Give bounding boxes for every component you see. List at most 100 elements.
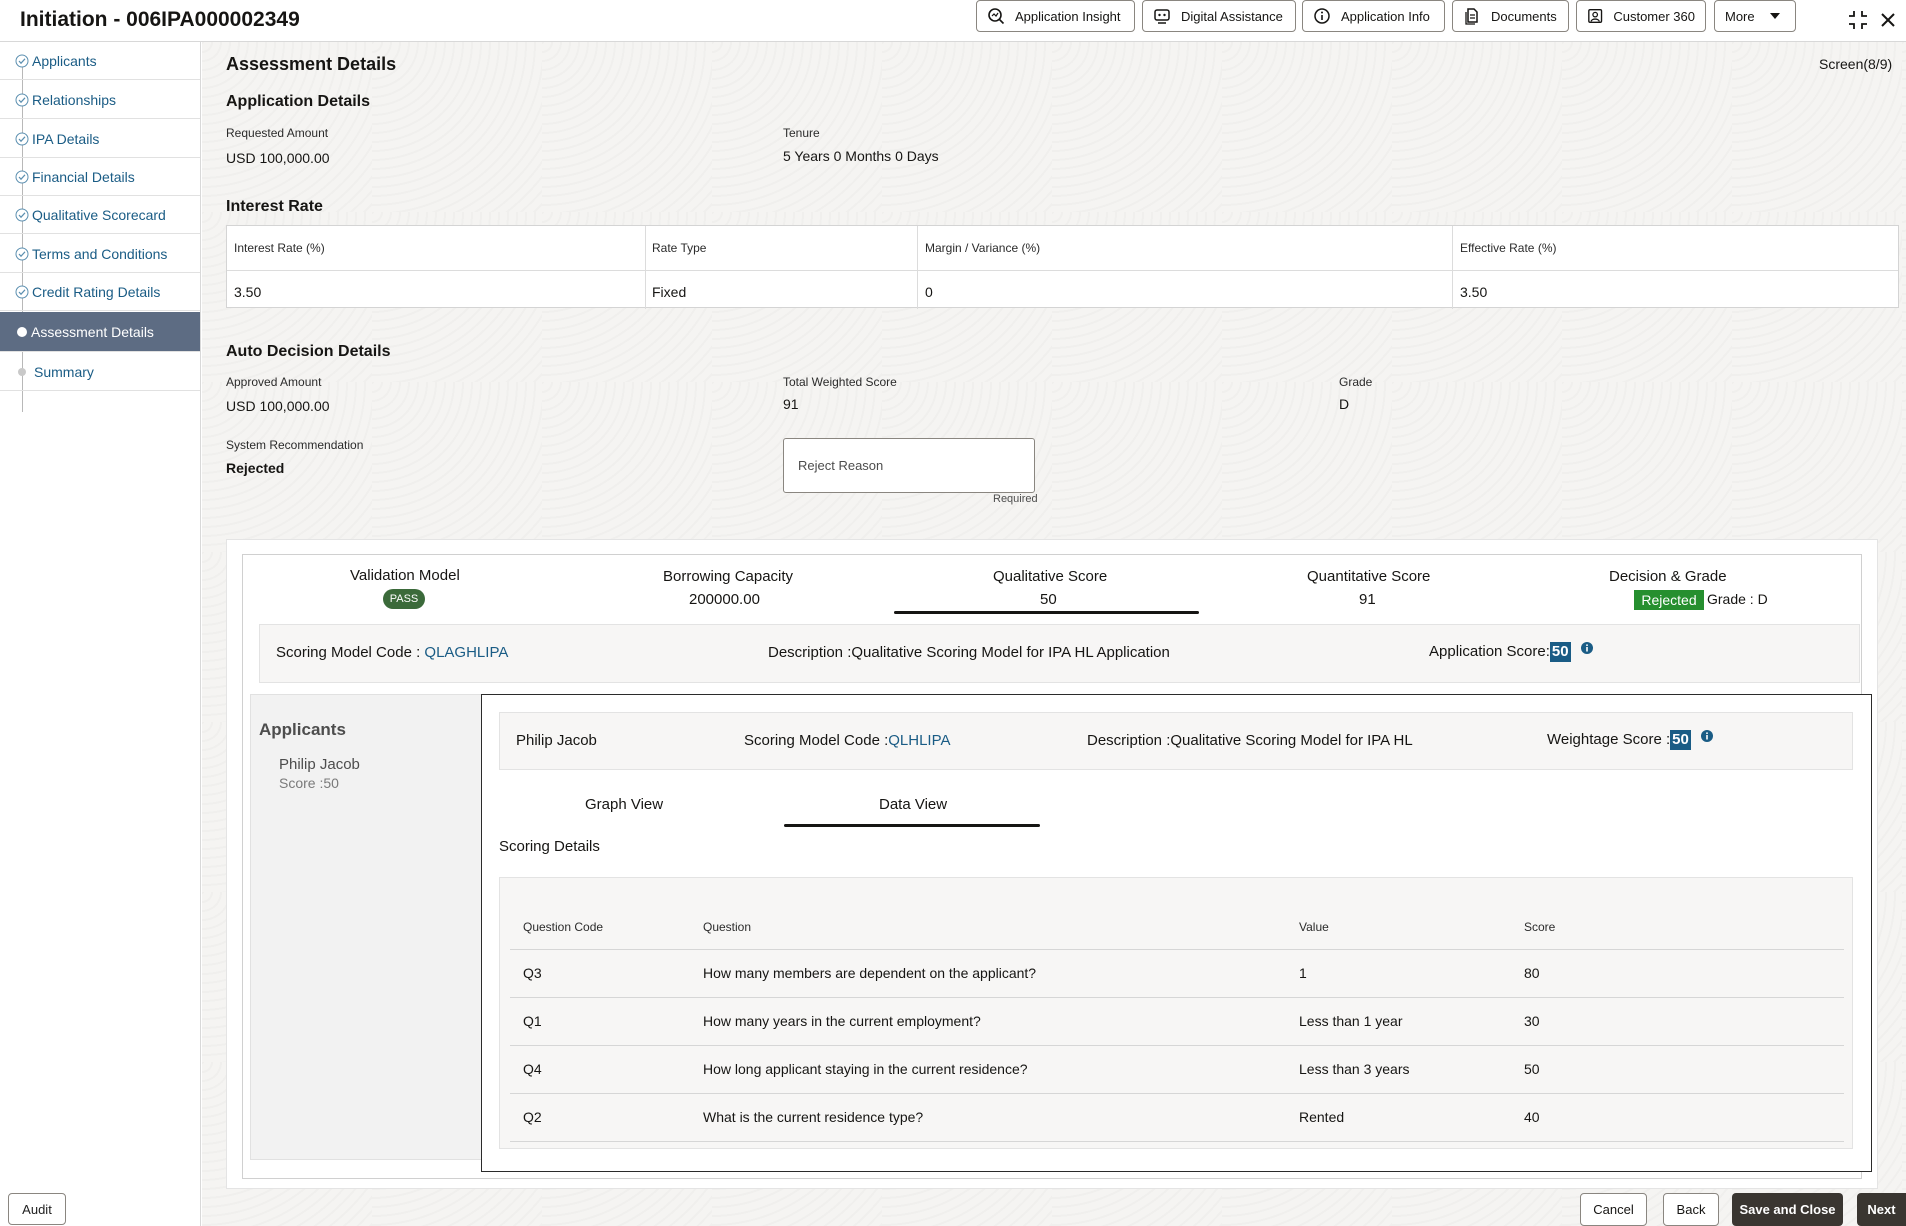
- question-code-column-header: Question Code: [523, 920, 604, 934]
- sidebar-item-ipa-details[interactable]: IPA Details: [0, 120, 200, 158]
- sidebar-item-label: IPA Details: [32, 130, 100, 147]
- scoring-details-title: Scoring Details: [499, 838, 600, 855]
- requested-amount-value: USD 100,000.00: [226, 150, 330, 166]
- sidebar-item-label: Terms and Conditions: [32, 245, 168, 262]
- info-icon[interactable]: [1580, 642, 1593, 654]
- rate-type-value: Fixed: [652, 284, 687, 300]
- sidebar-item-summary[interactable]: Summary: [0, 353, 200, 391]
- tab-borrowing-capacity[interactable]: Borrowing Capacity: [663, 568, 793, 585]
- application-info-button[interactable]: Application Info: [1302, 0, 1445, 32]
- score-cell: 50: [1524, 1061, 1540, 1077]
- tab-graph-view[interactable]: Graph View: [585, 796, 663, 813]
- check-circle-icon: [15, 285, 29, 298]
- question-code-cell: Q1: [523, 1013, 542, 1029]
- sidebar-item-assessment-details[interactable]: Assessment Details: [0, 312, 200, 352]
- weightage-score: Weightage Score :50: [1547, 730, 1713, 750]
- tab-validation-model[interactable]: Validation Model: [350, 567, 460, 584]
- required-hint: Required: [993, 493, 1038, 505]
- data-view-tab-indicator: [784, 824, 1040, 827]
- documents-button[interactable]: Documents: [1452, 0, 1569, 32]
- current-step-dot: [17, 326, 27, 337]
- requested-amount-label: Requested Amount: [226, 126, 329, 140]
- effective-rate-column-header: Effective Rate (%): [1460, 241, 1557, 255]
- value-cell: Less than 1 year: [1299, 1013, 1403, 1029]
- table-row: Q3 How many members are dependent on the…: [510, 950, 1844, 998]
- question-code-cell: Q2: [523, 1109, 542, 1125]
- value-cell: Less than 3 years: [1299, 1061, 1410, 1077]
- check-circle-icon: [15, 93, 29, 106]
- sidebar-item-credit-rating-details[interactable]: Credit Rating Details: [0, 273, 200, 311]
- column-divider: [917, 226, 918, 309]
- column-divider: [645, 226, 646, 309]
- borrowing-capacity-value: 200000.00: [689, 591, 760, 608]
- digital-assistance-button[interactable]: Digital Assistance: [1142, 0, 1296, 32]
- tab-decision-grade[interactable]: Decision & Grade: [1609, 568, 1727, 585]
- sidebar-item-label: Financial Details: [32, 168, 135, 185]
- score-cell: 40: [1524, 1109, 1540, 1125]
- table-row: Q2 What is the current residence type? R…: [510, 1094, 1844, 1142]
- chevron-down-icon: [1769, 13, 1780, 19]
- table-header-row: Question Code Question Value Score: [510, 896, 1844, 950]
- score-cell: 80: [1524, 965, 1540, 981]
- back-button[interactable]: Back: [1663, 1193, 1719, 1226]
- sidebar-item-applicants[interactable]: Applicants: [0, 42, 200, 80]
- scoring-model-code-label: Scoring Model Code :: [276, 644, 425, 661]
- rate-type-column-header: Rate Type: [652, 241, 707, 255]
- sidebar-item-relationships[interactable]: Relationships: [0, 81, 200, 119]
- digital-assistance-label: Digital Assistance: [1181, 8, 1283, 24]
- tab-data-view[interactable]: Data View: [879, 796, 947, 813]
- effective-rate-value: 3.50: [1460, 284, 1488, 300]
- application-insight-button[interactable]: Application Insight: [976, 0, 1135, 32]
- value-cell: Rented: [1299, 1109, 1345, 1125]
- main-content: Assessment Details Screen(8/9) Applicati…: [202, 42, 1906, 1226]
- step-navigation: Applicants Relationships IPA Details Fin…: [0, 42, 201, 1226]
- scoring-model-description: Description :Qualitative Scoring Model f…: [768, 644, 1170, 661]
- application-score: Application Score: 50: [1429, 642, 1593, 662]
- value-cell: 1: [1299, 965, 1307, 981]
- next-button[interactable]: Next: [1857, 1193, 1906, 1226]
- info-icon[interactable]: [1701, 730, 1713, 742]
- application-score-label: Application Score:: [1429, 642, 1550, 660]
- check-circle-icon: [15, 54, 29, 67]
- save-and-close-button[interactable]: Save and Close: [1732, 1193, 1843, 1226]
- sidebar-item-financial-details[interactable]: Financial Details: [0, 158, 200, 196]
- tenure-value: 5 Years 0 Months 0 Days: [783, 148, 939, 164]
- decision-grade-value: Grade : D: [1707, 591, 1768, 607]
- applicant-scoring-code-label: Scoring Model Code :: [744, 732, 889, 749]
- scoring-model-code-link[interactable]: QLAGHLIPA: [424, 644, 508, 661]
- value-column-header: Value: [1299, 920, 1329, 934]
- question-cell: How many members are dependent on the ap…: [703, 965, 1037, 981]
- auto-decision-heading: Auto Decision Details: [226, 343, 391, 360]
- tab-qualitative-score[interactable]: Qualitative Score: [993, 568, 1107, 585]
- grade-value: D: [1339, 396, 1350, 412]
- interest-rate-header-row: [227, 226, 1898, 271]
- more-menu-button[interactable]: More: [1714, 0, 1796, 32]
- scoring-model-code: Scoring Model Code : QLAGHLIPA: [276, 644, 508, 661]
- sidebar-item-terms-and-conditions[interactable]: Terms and Conditions: [0, 235, 200, 273]
- customer-360-button[interactable]: Customer 360: [1576, 0, 1706, 32]
- total-weighted-score-value: 91: [783, 396, 799, 412]
- sidebar-item-label: Qualitative Scorecard: [32, 206, 166, 223]
- close-icon[interactable]: [1876, 8, 1900, 32]
- minimize-window-icon[interactable]: [1846, 8, 1870, 32]
- weightage-score-chip: 50: [1670, 730, 1691, 750]
- active-tab-indicator: [894, 611, 1199, 614]
- customer-360-label: Customer 360: [1613, 8, 1695, 24]
- interest-rate-value: 3.50: [234, 284, 262, 300]
- pass-badge: PASS: [383, 589, 425, 609]
- tab-quantitative-score[interactable]: Quantitative Score: [1307, 568, 1430, 585]
- customer-icon: [1588, 8, 1603, 24]
- screen-counter: Screen(8/9): [1819, 56, 1893, 72]
- question-column-header: Question: [703, 920, 752, 934]
- question-cell: How many years in the current employment…: [703, 1013, 981, 1029]
- pending-step-dot: [18, 367, 26, 376]
- sidebar-item-qualitative-scorecard[interactable]: Qualitative Scorecard: [0, 196, 200, 234]
- applicant-scoring-code-link[interactable]: QLHLIPA: [888, 732, 950, 749]
- documents-label: Documents: [1491, 8, 1557, 24]
- applicant-name-item[interactable]: Philip Jacob: [279, 756, 360, 773]
- reject-reason-input[interactable]: Reject Reason: [783, 438, 1035, 493]
- approved-amount-label: Approved Amount: [226, 375, 322, 389]
- cancel-button[interactable]: Cancel: [1580, 1193, 1647, 1226]
- quantitative-score-value: 91: [1359, 591, 1376, 608]
- audit-button[interactable]: Audit: [8, 1193, 66, 1225]
